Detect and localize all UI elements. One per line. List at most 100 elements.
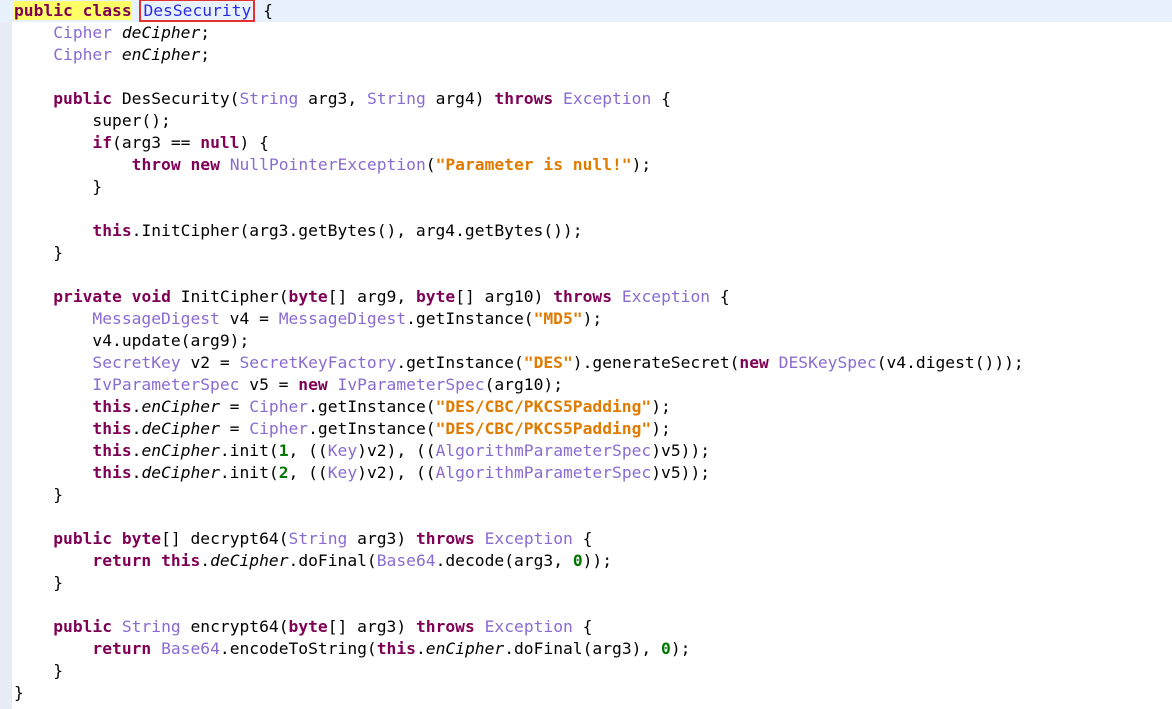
code-line[interactable]: if(arg3 == null) {: [0, 132, 1172, 154]
keyword-token: throws: [415, 617, 475, 636]
code-text: , ((: [288, 463, 328, 482]
keyword-token: byte: [121, 529, 162, 548]
code-line[interactable]: Cipher deCipher;: [0, 22, 1172, 44]
code-text: .init(: [219, 441, 279, 460]
code-text: arg3): [347, 529, 416, 548]
code-line[interactable]: IvParameterSpec v5 = new IvParameterSpec…: [0, 374, 1172, 396]
code-line[interactable]: }: [0, 572, 1172, 594]
type-token: Cipher: [53, 45, 113, 64]
type-token: String: [288, 529, 348, 548]
keyword-token: new: [190, 155, 220, 174]
code-line[interactable]: public byte[] decrypt64(String arg3) thr…: [0, 528, 1172, 550]
code-line[interactable]: return this.deCipher.doFinal(Base64.deco…: [0, 550, 1172, 572]
code-line[interactable]: Cipher enCipher;: [0, 44, 1172, 66]
code-line[interactable]: [0, 66, 1172, 88]
code-line[interactable]: MessageDigest v4 = MessageDigest.getInst…: [0, 308, 1172, 330]
keyword-token: throws: [494, 89, 554, 108]
number-literal: 1: [278, 441, 289, 460]
code-text: );: [651, 397, 671, 416]
code-text: {: [572, 617, 593, 636]
code-line[interactable]: }: [0, 484, 1172, 506]
code-text: =: [219, 397, 250, 416]
code-line[interactable]: return Base64.encodeToString(this.enCiph…: [0, 638, 1172, 660]
code-line[interactable]: private void InitCipher(byte[] arg9, byt…: [0, 286, 1172, 308]
code-line[interactable]: throw new NullPointerException("Paramete…: [0, 154, 1172, 176]
code-line[interactable]: this.deCipher.init(2, ((Key)v2), ((Algor…: [0, 462, 1172, 484]
code-text: .doFinal(arg3),: [504, 639, 662, 658]
code-text: .: [415, 639, 426, 658]
code-text: v2 =: [180, 353, 240, 372]
code-line[interactable]: }: [0, 176, 1172, 198]
code-line[interactable]: SecretKey v2 = SecretKeyFactory.getInsta…: [0, 352, 1172, 374]
type-token: Exception: [621, 287, 711, 306]
code-line[interactable]: this.enCipher.init(1, ((Key)v2), ((Algor…: [0, 440, 1172, 462]
string-literal: "Parameter is null!": [435, 155, 632, 174]
code-line[interactable]: this.deCipher = Cipher.getInstance("DES/…: [0, 418, 1172, 440]
code-text: , ((: [288, 441, 328, 460]
class-name-selected[interactable]: DesSecurity: [139, 0, 256, 22]
keyword-token: this: [161, 551, 201, 570]
code-text: (arg10);: [484, 375, 563, 394]
code-text: v4 =: [219, 309, 279, 328]
keyword-token: void: [131, 287, 171, 306]
code-editor[interactable]: public class DesSecurity { Cipher deCiph…: [0, 0, 1172, 709]
type-token: MessageDigest: [92, 309, 220, 328]
code-line[interactable]: [0, 264, 1172, 286]
code-line[interactable]: v4.update(arg9);: [0, 330, 1172, 352]
code-line[interactable]: }: [0, 660, 1172, 682]
type-token: Base64: [161, 639, 220, 658]
code-line[interactable]: this.InitCipher(arg3.getBytes(), arg4.ge…: [0, 220, 1172, 242]
code-text: .InitCipher(arg3.getBytes(), arg4.getByt…: [131, 221, 583, 240]
code-text: arg4): [425, 89, 495, 108]
type-token: DESKeySpec: [778, 353, 877, 372]
code-line[interactable]: [0, 198, 1172, 220]
code-text: {: [710, 287, 730, 306]
keyword-token: byte: [288, 617, 328, 636]
code-text: ) {: [239, 133, 269, 152]
code-text: arg3,: [298, 89, 367, 108]
code-text: super();: [14, 111, 171, 130]
keyword-token: byte: [288, 287, 328, 306]
code-text: )v2), ((: [357, 441, 436, 460]
code-text: );: [582, 309, 603, 328]
code-text: );: [651, 419, 671, 438]
number-literal: 0: [661, 639, 671, 658]
code-view[interactable]: public class DesSecurity { Cipher deCiph…: [0, 0, 1172, 704]
code-text: (arg3 ==: [112, 133, 201, 152]
code-line[interactable]: [0, 506, 1172, 528]
code-line[interactable]: }: [0, 242, 1172, 264]
code-text: (v4.digest()));: [876, 353, 1024, 372]
code-line[interactable]: this.enCipher = Cipher.getInstance("DES/…: [0, 396, 1172, 418]
keyword-token: throws: [553, 287, 613, 306]
code-line[interactable]: }: [0, 682, 1172, 704]
type-token: Exception: [563, 89, 652, 108]
code-text: }: [14, 243, 64, 262]
keyword-token: public: [53, 89, 113, 108]
code-text: }: [14, 573, 64, 592]
field-token: enCipher: [141, 441, 220, 460]
type-token: Key: [327, 463, 358, 482]
code-text: v4.update(arg9);: [14, 331, 250, 350]
keyword-token: this: [92, 463, 132, 482]
code-line[interactable]: super();: [0, 110, 1172, 132]
keyword-token: public: [53, 617, 113, 636]
code-line[interactable]: [0, 594, 1172, 616]
string-literal: "DES/CBC/PKCS5Padding": [435, 397, 652, 416]
code-line[interactable]: public DesSecurity(String arg3, String a…: [0, 88, 1172, 110]
keyword-token: if: [92, 133, 113, 152]
type-token: String: [121, 617, 181, 636]
code-line[interactable]: public class DesSecurity {: [0, 0, 1172, 22]
code-line[interactable]: public String encrypt64(byte[] arg3) thr…: [0, 616, 1172, 638]
